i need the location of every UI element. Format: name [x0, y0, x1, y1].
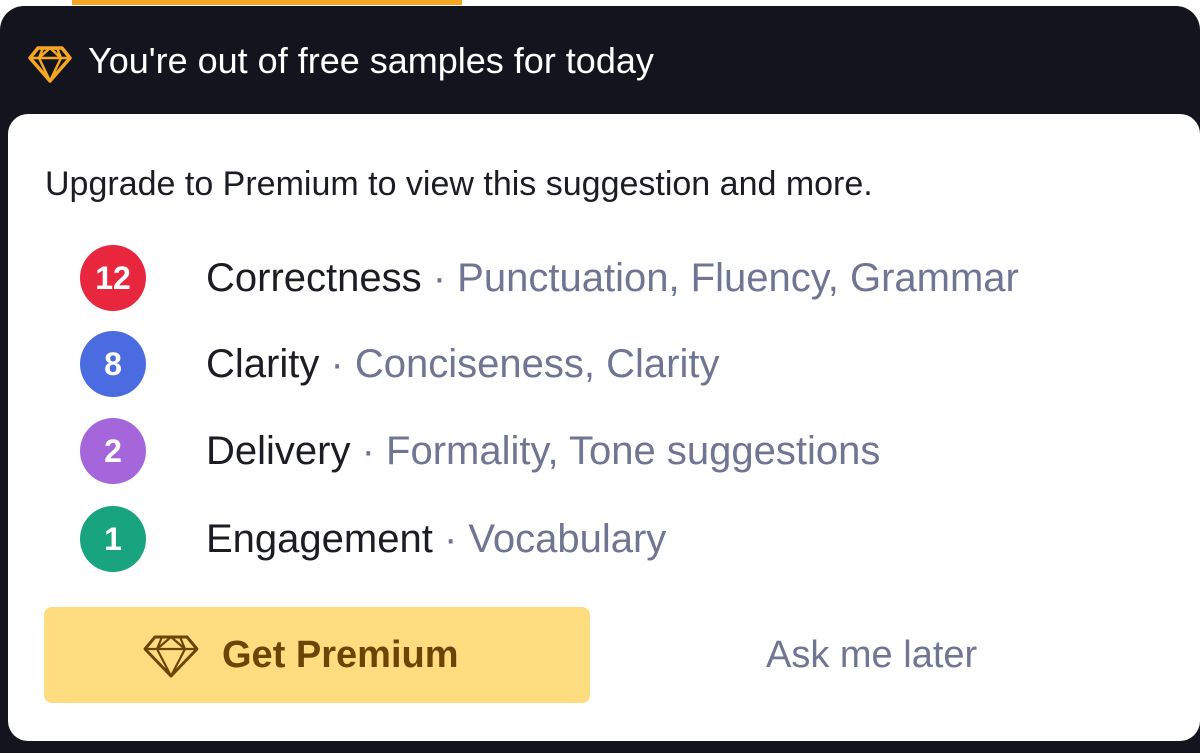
- count-badge: 8: [80, 331, 146, 397]
- category-row-engagement: 1 Engagement · Vocabulary: [80, 506, 1180, 572]
- category-row-delivery: 2 Delivery · Formality, Tone suggestions: [80, 418, 1180, 484]
- get-premium-label: Get Premium: [222, 634, 459, 676]
- category-name: Delivery: [206, 429, 351, 473]
- upsell-card: Upgrade to Premium to view this suggesti…: [8, 114, 1200, 741]
- upsell-intro: Upgrade to Premium to view this suggesti…: [45, 165, 873, 203]
- category-separator: ·: [432, 517, 469, 561]
- category-row-correctness: 12 Correctness · Punctuation, Fluency, G…: [80, 245, 1180, 311]
- category-name: Engagement: [206, 517, 433, 561]
- count-badge: 12: [80, 245, 146, 311]
- category-text: Clarity · Conciseness, Clarity: [206, 338, 719, 390]
- category-name: Clarity: [206, 342, 320, 386]
- top-accent-bar: [72, 0, 462, 5]
- category-name: Correctness: [206, 256, 422, 300]
- category-separator: ·: [421, 256, 458, 300]
- count-badge: 1: [80, 506, 146, 572]
- category-details: Punctuation, Fluency, Grammar: [457, 256, 1019, 300]
- ask-me-later-label: Ask me later: [766, 634, 978, 676]
- diamond-icon: [28, 46, 72, 83]
- get-premium-button[interactable]: Get Premium: [44, 607, 590, 703]
- ask-me-later-button[interactable]: Ask me later: [708, 607, 1088, 703]
- category-text: Engagement · Vocabulary: [206, 513, 666, 565]
- category-details: Conciseness, Clarity: [354, 342, 720, 386]
- category-separator: ·: [350, 429, 387, 473]
- popup-header: You're out of free samples for today: [0, 6, 1200, 114]
- category-row-clarity: 8 Clarity · Conciseness, Clarity: [80, 331, 1180, 397]
- category-details: Vocabulary: [468, 517, 667, 561]
- category-details: Formality, Tone suggestions: [386, 429, 881, 473]
- category-separator: ·: [319, 342, 355, 386]
- count-badge: 2: [80, 418, 146, 484]
- diamond-icon: [143, 635, 199, 678]
- header-message: You're out of free samples for today: [88, 40, 654, 81]
- premium-upsell-popup: You're out of free samples for today Upg…: [0, 0, 1200, 753]
- category-text: Correctness · Punctuation, Fluency, Gram…: [206, 252, 1019, 304]
- category-text: Delivery · Formality, Tone suggestions: [206, 425, 880, 477]
